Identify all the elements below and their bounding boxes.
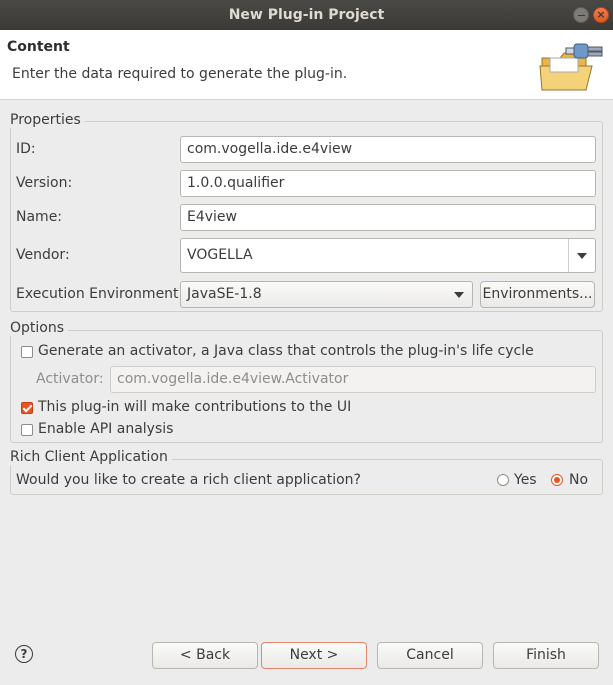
name-label: Name: [16,209,63,225]
ui-contrib-checkbox[interactable] [21,402,33,414]
exec-env-label: Execution Environment: [16,286,184,302]
plugin-folder-icon [539,43,603,91]
rca-no-label[interactable]: No [569,472,588,488]
version-field[interactable]: 1.0.0.qualifier [180,170,596,197]
rca-group-label: Rich Client Application [10,449,172,465]
activator-label: Activator: [36,371,104,387]
rca-yes-label[interactable]: Yes [514,472,537,488]
generate-activator-label[interactable]: Generate an activator, a Java class that… [38,343,534,359]
close-icon[interactable]: × [593,7,609,23]
generate-activator-checkbox[interactable] [21,346,33,358]
chevron-down-icon [577,252,587,259]
page-message: Enter the data required to generate the … [12,66,348,82]
rca-no-radio[interactable] [551,474,563,486]
environments-button[interactable]: Environments... [480,281,595,308]
cancel-button[interactable]: Cancel [377,642,483,669]
minimize-icon[interactable] [573,7,589,23]
name-field[interactable]: E4view [180,204,596,231]
help-icon[interactable]: ? [15,645,33,663]
activator-field[interactable]: com.vogella.ide.e4view.Activator [110,366,596,393]
api-analysis-checkbox[interactable] [21,424,33,436]
exec-env-value: JavaSE-1.8 [187,286,262,302]
rca-yes-radio[interactable] [497,474,509,486]
api-analysis-label[interactable]: Enable API analysis [38,421,173,437]
next-button[interactable]: Next > [261,642,367,669]
window-title: New Plug-in Project [228,7,385,23]
vendor-value: VOGELLA [187,247,253,263]
properties-group-label: Properties [10,112,85,128]
ui-contrib-label[interactable]: This plug-in will make contributions to … [38,399,351,415]
version-label: Version: [16,175,73,191]
title-bar: New Plug-in Project × [0,0,613,30]
vendor-combo[interactable]: VOGELLA [180,238,596,273]
exec-env-select[interactable]: JavaSE-1.8 [180,281,473,308]
chevron-down-icon [454,292,464,298]
page-title: Content [7,39,70,55]
vendor-dropdown-button[interactable] [568,239,595,272]
id-field[interactable]: com.vogella.ide.e4view [180,136,596,163]
id-label: ID: [16,141,36,157]
wizard-header: Content Enter the data required to gener… [0,30,613,100]
back-button[interactable]: < Back [152,642,258,669]
options-group-label: Options [10,320,69,336]
rca-question: Would you like to create a rich client a… [16,472,361,488]
finish-button[interactable]: Finish [493,642,599,669]
vendor-label: Vendor: [16,247,70,263]
